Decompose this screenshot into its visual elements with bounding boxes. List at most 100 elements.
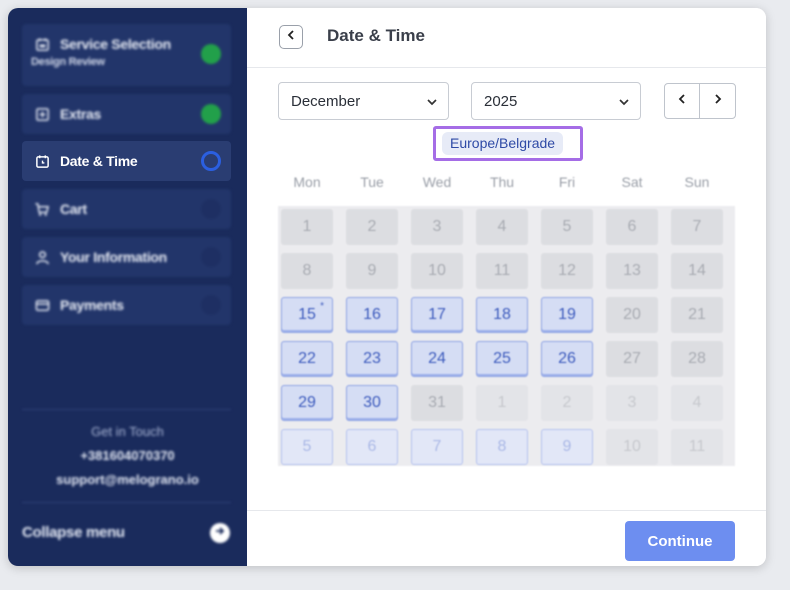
calendar-day[interactable]: 25	[476, 341, 528, 377]
calendar-day-number: 16	[363, 306, 381, 323]
calendar-day: 3	[411, 209, 463, 245]
weekday-label: Tue	[360, 174, 384, 190]
weekday-label: Wed	[422, 174, 452, 190]
calendar-day: 1	[476, 385, 528, 421]
calendar-day-number: 10	[623, 438, 641, 455]
calendar-day-number: 20	[623, 306, 641, 323]
calendar-day-number: 1	[302, 218, 312, 235]
calendar-day-number: 17	[428, 306, 446, 323]
contact-email[interactable]: support@melograno.io	[8, 472, 247, 487]
calendar-day-number: 26	[558, 350, 576, 367]
calendar-day-number: 24	[428, 350, 446, 367]
weekday-label: Sun	[684, 174, 710, 190]
calendar-day[interactable]: 23	[346, 341, 398, 377]
calendar-day-number: 22	[298, 350, 316, 367]
month-select[interactable]: December	[278, 82, 449, 120]
calendar-day-number: 7	[692, 218, 702, 235]
main-panel: Date & Time December 2025 Europe/Belgrad…	[247, 8, 766, 566]
calendar-day: 3	[606, 385, 658, 421]
calendar-day-number: 13	[623, 262, 641, 279]
calendar-day[interactable]: 15 *	[281, 297, 333, 333]
contact-title: Get in Touch	[91, 424, 164, 439]
calendar-day[interactable]: 6	[346, 429, 398, 465]
back-button[interactable]	[279, 25, 303, 49]
calendar-day-number: 27	[623, 350, 641, 367]
sidebar-item-label: Date & Time	[60, 153, 138, 169]
calendar-day[interactable]: 24	[411, 341, 463, 377]
calendar-day: 10	[606, 429, 658, 465]
calendar-day[interactable]: 8	[476, 429, 528, 465]
sidebar-item-cart[interactable]: Cart	[22, 189, 231, 229]
calendar-day[interactable]: 29	[281, 385, 333, 421]
next-month-button[interactable]	[700, 84, 735, 118]
calendar-day: 1	[281, 209, 333, 245]
calendar-day-number: 25	[493, 350, 511, 367]
sidebar-item-label: Extras	[60, 106, 102, 122]
collapse-menu-button[interactable]	[210, 523, 230, 543]
booking-window: Service Selection Design Review Extras D…	[8, 8, 766, 566]
page-title: Date & Time	[327, 26, 425, 45]
calendar-day-number: 18	[493, 306, 511, 323]
calendar-day-number: 4	[497, 218, 507, 235]
calendar-grid	[278, 206, 735, 466]
calendar-day-number: 12	[558, 262, 576, 279]
calendar-day-number: 29	[298, 394, 316, 411]
timezone-badge[interactable]: Europe/Belgrade	[442, 132, 564, 155]
calendar-day-number: 9	[367, 262, 377, 279]
step-current-indicator	[201, 151, 221, 171]
plus-square-icon	[34, 106, 50, 122]
calendar-day[interactable]: 5	[281, 429, 333, 465]
credit-card-icon	[34, 297, 50, 313]
calendar-day: 11	[671, 429, 723, 465]
calendar-day-number: 6	[367, 438, 377, 455]
calendar-day[interactable]: 9	[541, 429, 593, 465]
calendar-day[interactable]: 16	[346, 297, 398, 333]
step-pending-indicator	[201, 199, 221, 219]
calendar-day: 27	[606, 341, 658, 377]
continue-button[interactable]: Continue	[625, 521, 735, 561]
chevron-down-icon	[426, 95, 438, 112]
calendar-day: 28	[671, 341, 723, 377]
calendar-day-number: 1	[497, 394, 507, 411]
sidebar-divider	[22, 409, 231, 410]
weekday-label: Mon	[293, 174, 321, 190]
calendar-day: 2	[541, 385, 593, 421]
calendar-day-number: 23	[363, 350, 381, 367]
today-marker: *	[320, 301, 324, 312]
sidebar-item-label: Cart	[60, 201, 87, 217]
year-select-value: 2025	[484, 92, 518, 110]
calendar-day[interactable]: 18	[476, 297, 528, 333]
chevron-down-icon	[618, 95, 630, 112]
calendar-day: 14	[671, 253, 723, 289]
contact-phone[interactable]: +381604070370	[8, 448, 247, 463]
sidebar-item-extras[interactable]: Extras	[22, 94, 231, 134]
calendar-day: 6	[606, 209, 658, 245]
sidebar-item-your-information[interactable]: Your Information	[22, 237, 231, 277]
weekday-label: Thu	[489, 174, 515, 190]
collapse-menu-label[interactable]: Collapse menu	[22, 524, 125, 541]
calendar-day[interactable]: 30	[346, 385, 398, 421]
calendar-day-number: 11	[493, 262, 511, 279]
sidebar-item-service-selection[interactable]: Service Selection Design Review	[22, 24, 231, 86]
calendar-day[interactable]: 22	[281, 341, 333, 377]
calendar-day: 7	[671, 209, 723, 245]
sidebar-divider	[22, 502, 231, 503]
calendar-day-number: 4	[692, 394, 702, 411]
calendar-day-number: 9	[562, 438, 572, 455]
sidebar-item-payments[interactable]: Payments	[22, 285, 231, 325]
calendar-day-number: 11	[688, 438, 706, 455]
year-select[interactable]: 2025	[471, 82, 641, 120]
calendar-day[interactable]: 19	[541, 297, 593, 333]
calendar-day[interactable]: 17	[411, 297, 463, 333]
chevron-left-icon	[286, 28, 296, 46]
cart-icon	[34, 201, 50, 217]
calendar-day: 2	[346, 209, 398, 245]
calendar-service-icon	[34, 36, 50, 52]
calendar-day: 10	[411, 253, 463, 289]
calendar-day[interactable]: 7	[411, 429, 463, 465]
sidebar-item-date-time[interactable]: Date & Time	[22, 141, 231, 181]
calendar-day[interactable]: 26	[541, 341, 593, 377]
previous-month-button[interactable]	[665, 84, 701, 118]
calendar-day: 31	[411, 385, 463, 421]
calendar-day-number: 8	[302, 262, 312, 279]
